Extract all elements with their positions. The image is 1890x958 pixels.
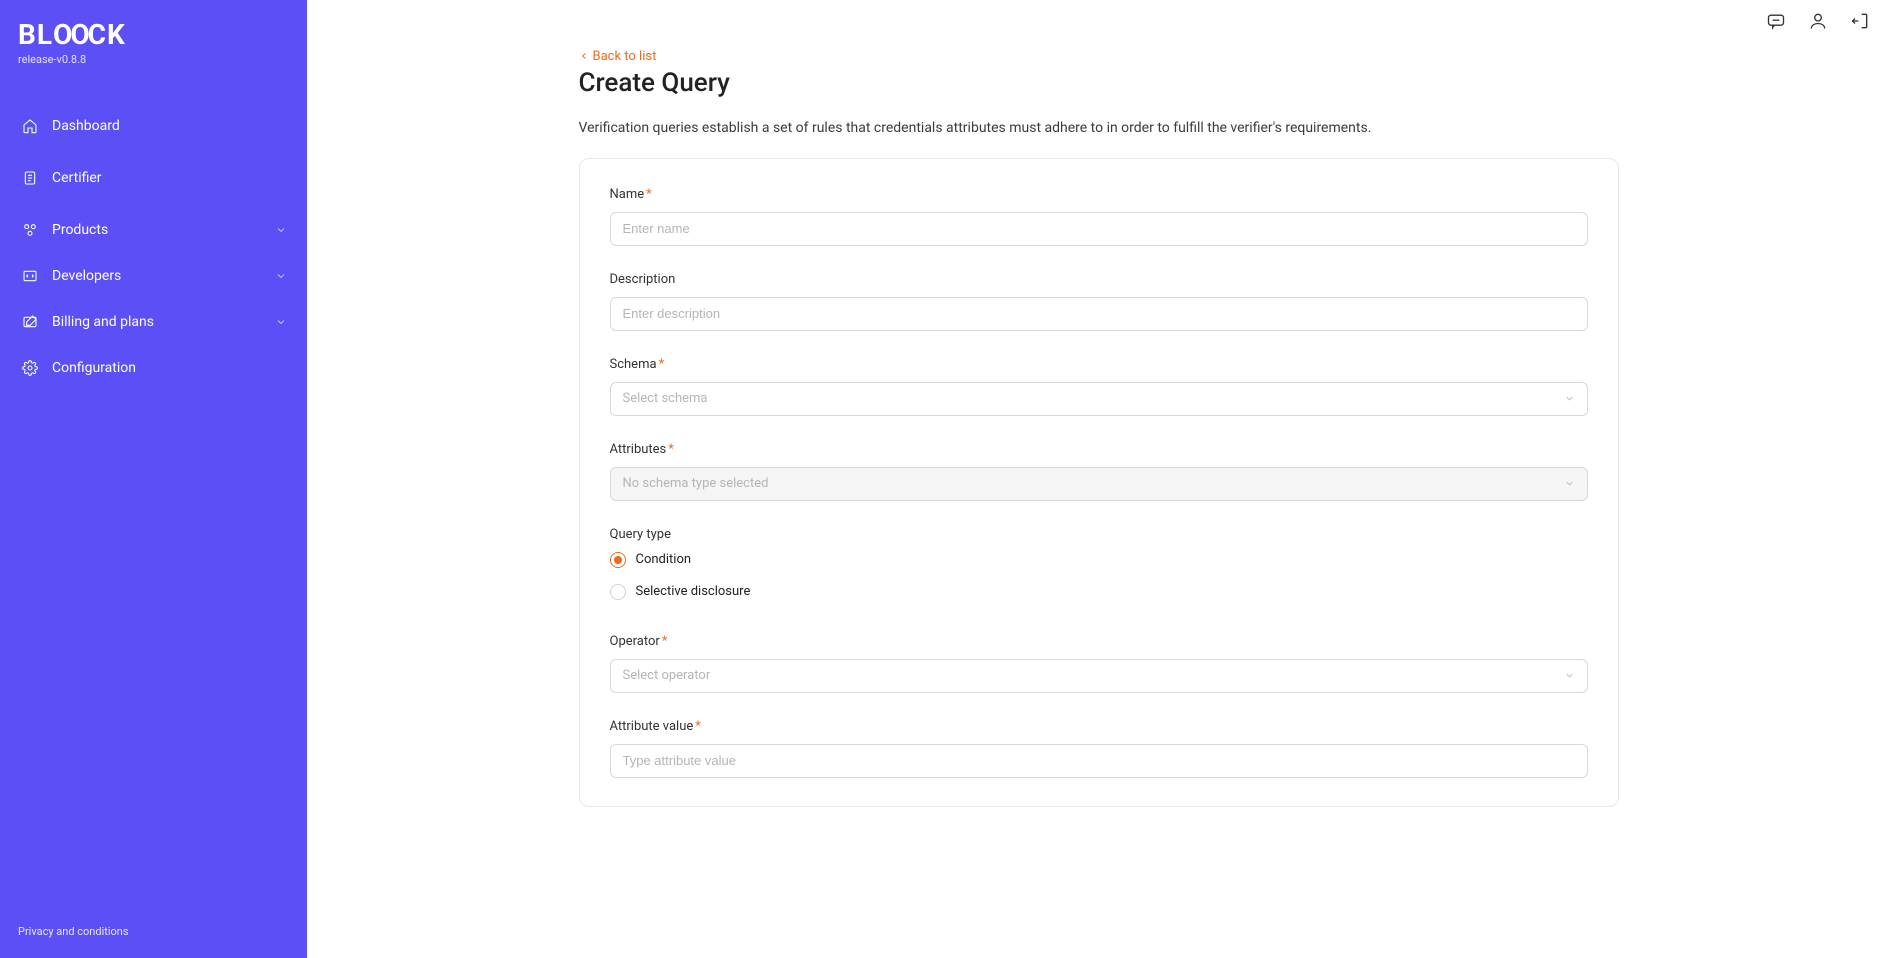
radio-label: Selective disclosure bbox=[636, 584, 751, 599]
sidebar-item-dashboard[interactable]: Dashboard bbox=[0, 108, 307, 144]
query-type-radio-group: Condition Selective disclosure bbox=[610, 552, 1588, 600]
required-marker: * bbox=[695, 719, 701, 734]
operator-placeholder: Select operator bbox=[623, 668, 711, 683]
schema-label: Schema* bbox=[610, 357, 1588, 372]
brand: BLOOCK release-v0.8.8 bbox=[0, 18, 307, 80]
chevron-down-icon bbox=[273, 222, 289, 238]
form-card: Name* Description Schema* Select schema bbox=[579, 158, 1619, 807]
field-operator: Operator* Select operator bbox=[610, 634, 1588, 693]
logout-icon[interactable] bbox=[1850, 11, 1870, 31]
chevron-down-icon bbox=[1564, 670, 1575, 681]
back-label: Back to list bbox=[593, 49, 657, 64]
sidebar-item-developers[interactable]: Developers bbox=[0, 258, 307, 294]
home-icon bbox=[18, 118, 42, 134]
sidebar: BLOOCK release-v0.8.8 Dashboard Certifie… bbox=[0, 0, 307, 958]
operator-label: Operator* bbox=[610, 634, 1588, 649]
radio-icon bbox=[610, 584, 626, 600]
attribute-value-input[interactable] bbox=[610, 744, 1588, 778]
field-schema: Schema* Select schema bbox=[610, 357, 1588, 416]
chevron-down-icon bbox=[1564, 478, 1575, 489]
description-input[interactable] bbox=[610, 297, 1588, 331]
brand-logo: BLOOCK bbox=[18, 18, 289, 51]
page-title: Create Query bbox=[579, 68, 1619, 98]
field-query-type: Query type Condition Selective disclosur… bbox=[610, 527, 1588, 600]
sidebar-item-certifier[interactable]: Certifier bbox=[0, 160, 307, 196]
edit-icon bbox=[18, 314, 42, 330]
field-attribute-value: Attribute value* bbox=[610, 719, 1588, 778]
code-icon bbox=[18, 268, 42, 284]
required-marker: * bbox=[646, 187, 652, 202]
attribute-value-label: Attribute value* bbox=[610, 719, 1588, 734]
chevron-left-icon bbox=[579, 51, 589, 61]
sidebar-item-label: Billing and plans bbox=[52, 314, 273, 330]
field-description: Description bbox=[610, 272, 1588, 331]
sidebar-item-billing[interactable]: Billing and plans bbox=[0, 304, 307, 340]
radio-condition[interactable]: Condition bbox=[610, 552, 1588, 568]
chevron-down-icon bbox=[273, 268, 289, 284]
description-label: Description bbox=[610, 272, 1588, 287]
page-description: Verification queries establish a set of … bbox=[579, 120, 1619, 136]
release-version: release-v0.8.8 bbox=[18, 53, 289, 66]
main: Back to list Create Query Verification q… bbox=[307, 0, 1890, 958]
sidebar-footer-link[interactable]: Privacy and conditions bbox=[0, 925, 307, 948]
field-attributes: Attributes* No schema type selected bbox=[610, 442, 1588, 501]
user-icon[interactable] bbox=[1808, 11, 1828, 31]
sidebar-nav: Dashboard Certifier Products Developers bbox=[0, 108, 307, 925]
name-input[interactable] bbox=[610, 212, 1588, 246]
sidebar-item-label: Certifier bbox=[52, 170, 289, 186]
attributes-label: Attributes* bbox=[610, 442, 1588, 457]
products-icon bbox=[18, 222, 42, 238]
field-name: Name* bbox=[610, 187, 1588, 246]
chevron-down-icon bbox=[273, 314, 289, 330]
back-to-list-link[interactable]: Back to list bbox=[579, 49, 657, 64]
required-marker: * bbox=[668, 442, 674, 457]
topbar bbox=[307, 0, 1890, 42]
chevron-down-icon bbox=[1564, 393, 1575, 404]
sidebar-item-label: Dashboard bbox=[52, 118, 289, 134]
required-marker: * bbox=[662, 634, 668, 649]
radio-selective-disclosure[interactable]: Selective disclosure bbox=[610, 584, 1588, 600]
schema-select[interactable]: Select schema bbox=[610, 382, 1588, 416]
required-marker: * bbox=[659, 357, 665, 372]
sidebar-item-label: Configuration bbox=[52, 360, 289, 376]
attributes-select: No schema type selected bbox=[610, 467, 1588, 501]
radio-label: Condition bbox=[636, 552, 692, 567]
gear-icon bbox=[18, 360, 42, 376]
document-icon bbox=[18, 170, 42, 186]
sidebar-item-label: Developers bbox=[52, 268, 273, 284]
query-type-label: Query type bbox=[610, 527, 1588, 542]
schema-placeholder: Select schema bbox=[623, 391, 708, 406]
operator-select[interactable]: Select operator bbox=[610, 659, 1588, 693]
content: Back to list Create Query Verification q… bbox=[307, 42, 1890, 958]
attributes-placeholder: No schema type selected bbox=[623, 476, 769, 491]
sidebar-item-configuration[interactable]: Configuration bbox=[0, 350, 307, 386]
sidebar-item-products[interactable]: Products bbox=[0, 212, 307, 248]
chat-icon[interactable] bbox=[1766, 11, 1786, 31]
radio-icon bbox=[610, 552, 626, 568]
name-label: Name* bbox=[610, 187, 1588, 202]
sidebar-item-label: Products bbox=[52, 222, 273, 238]
